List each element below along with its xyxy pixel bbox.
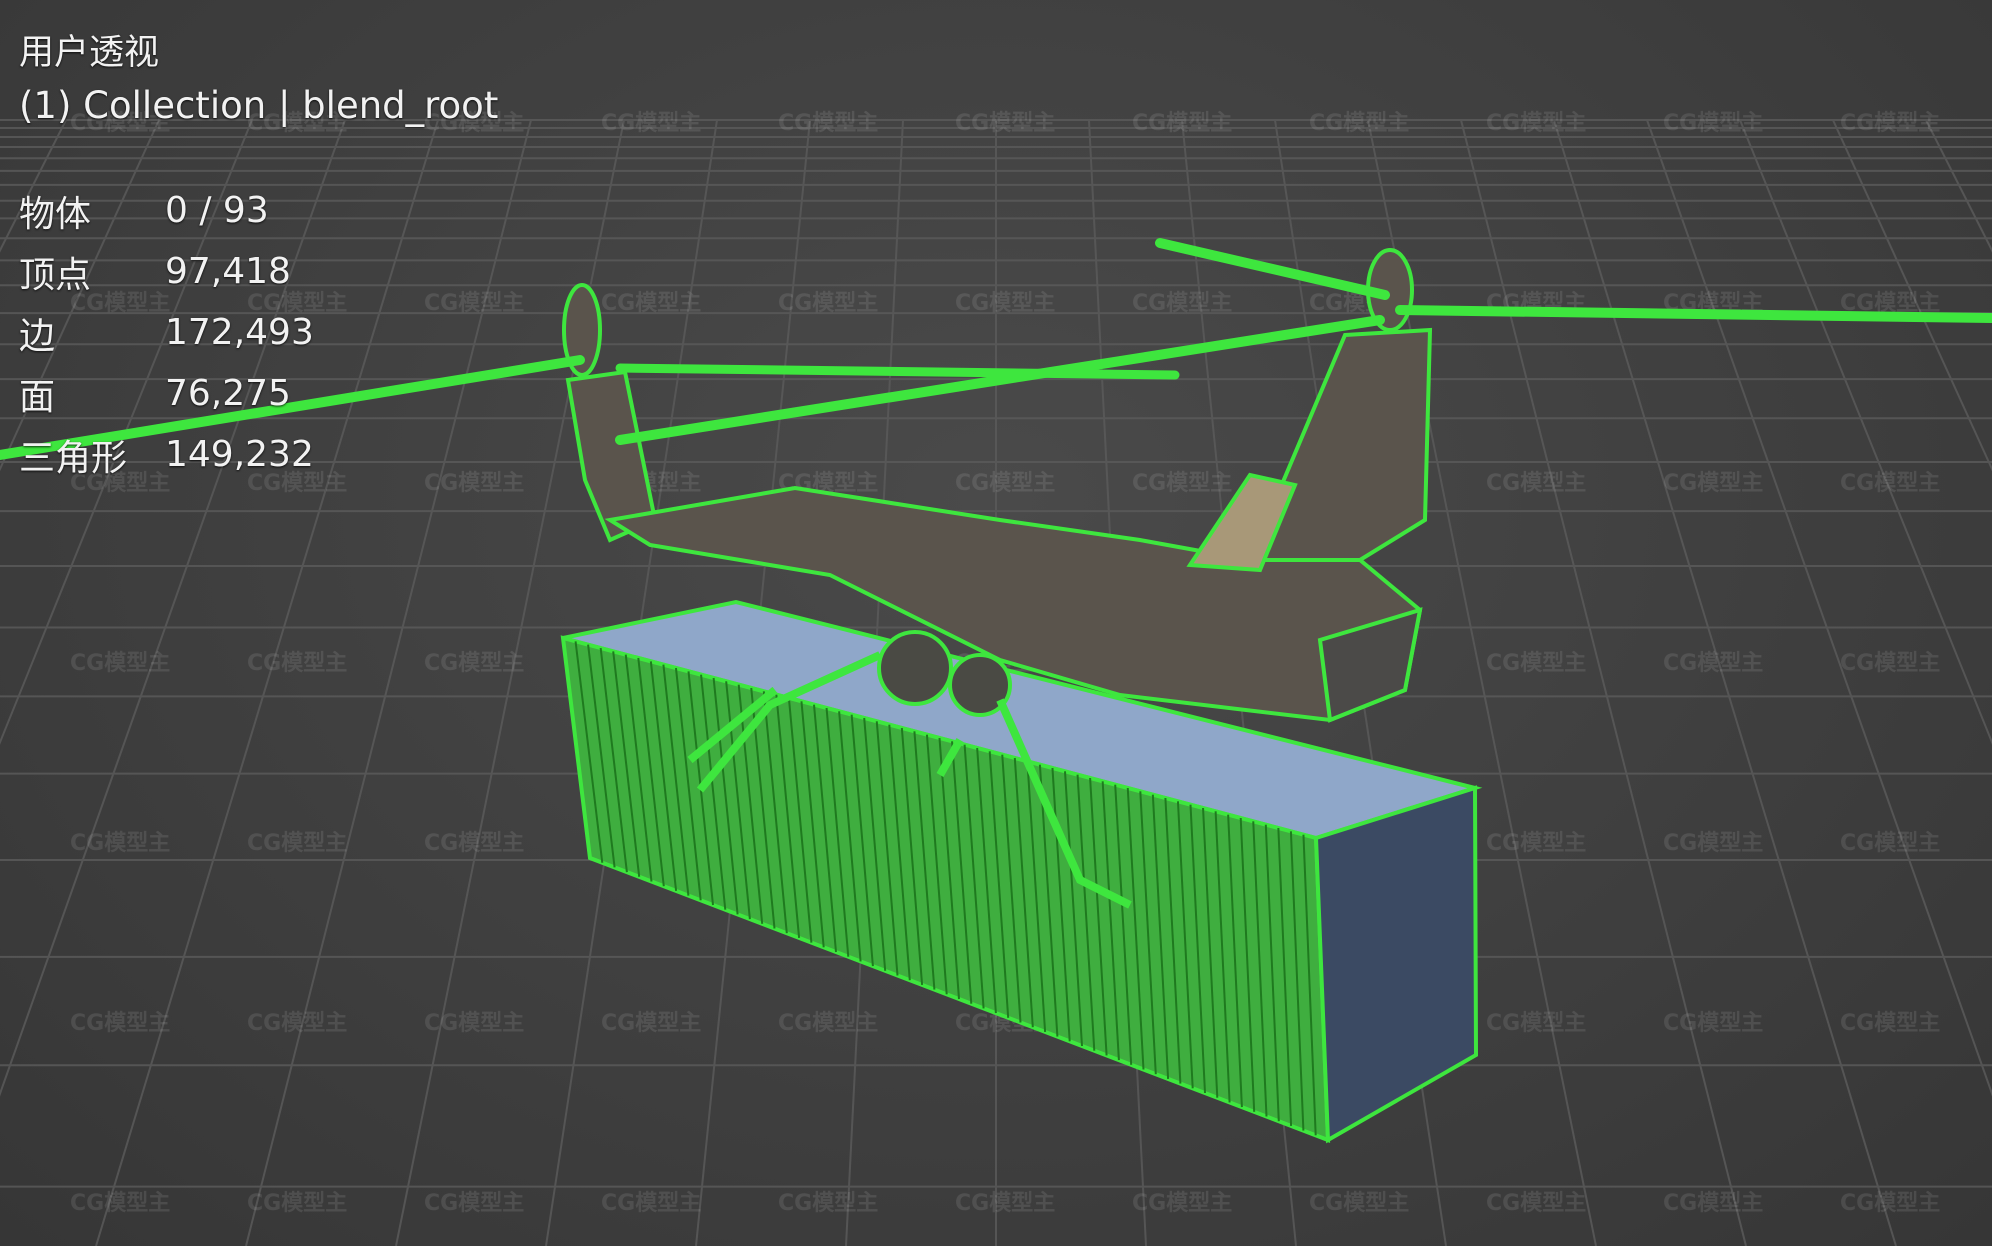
stat-row-vertices: 顶点 97,418	[19, 241, 314, 302]
watermark-text: CG模型主	[1486, 651, 1586, 676]
watermark-text: CG模型主	[1663, 831, 1763, 856]
watermark-text: CG模型主	[1840, 471, 1940, 496]
watermark-text: CG模型主	[1132, 1191, 1232, 1216]
watermark-text: CG模型主	[601, 111, 701, 136]
watermark-text: CG模型主	[247, 831, 347, 856]
stat-value: 97,418	[165, 251, 291, 292]
watermark-text: CG模型主	[1309, 111, 1409, 136]
watermark-text: CG模型主	[778, 291, 878, 316]
stat-row-faces: 面 76,275	[19, 363, 314, 424]
stat-label: 顶点	[19, 254, 92, 296]
stat-label: 面	[19, 376, 56, 418]
stat-value: 76,275	[165, 373, 291, 414]
watermark-text: CG模型主	[955, 471, 1055, 496]
stat-value: 0 / 93	[165, 190, 269, 231]
watermark-text: CG模型主	[1486, 831, 1586, 856]
stat-row-edges: 边 172,493	[19, 302, 314, 363]
watermark-text: CG模型主	[1663, 651, 1763, 676]
rotor-blade-5	[1155, 238, 1390, 300]
collection-label: (1) Collection | blend_root	[19, 84, 499, 127]
watermark-text: CG模型主	[955, 111, 1055, 136]
watermark-text: CG模型主	[778, 1191, 878, 1216]
stat-label: 物体	[19, 193, 92, 235]
watermark-text: CG模型主	[601, 1011, 701, 1036]
watermark-text: CG模型主	[70, 831, 170, 856]
watermark-text: CG模型主	[1132, 471, 1232, 496]
watermark-text: CG模型主	[424, 831, 524, 856]
watermark-text: CG模型主	[1132, 111, 1232, 136]
watermark-text: CG模型主	[1486, 1191, 1586, 1216]
watermark-text: CG模型主	[1486, 111, 1586, 136]
watermark-text: CG模型主	[1840, 1191, 1940, 1216]
watermark-text: CG模型主	[778, 1011, 878, 1036]
container-end-face	[1313, 785, 1479, 1144]
watermark-text: CG模型主	[1486, 471, 1586, 496]
watermark-text: CG模型主	[1840, 1011, 1940, 1036]
watermark-text: CG模型主	[424, 1191, 524, 1216]
stat-label: 三角形	[19, 437, 128, 479]
watermark-text: CG模型主	[424, 471, 524, 496]
watermark-text: CG模型主	[1840, 111, 1940, 136]
engine-left	[877, 630, 953, 706]
watermark-text: CG模型主	[247, 651, 347, 676]
watermark-text: CG模型主	[247, 1191, 347, 1216]
watermark-text: CG模型主	[1309, 1191, 1409, 1216]
watermark-text: CG模型主	[1663, 471, 1763, 496]
watermark-text: CG模型主	[1663, 1191, 1763, 1216]
stat-row-objects: 物体 0 / 93	[19, 180, 314, 241]
view-name-label: 用户透视	[19, 33, 160, 73]
watermark-text: CG模型主	[247, 1011, 347, 1036]
watermark-text: CG模型主	[955, 1191, 1055, 1216]
watermark-text: CG模型主	[1840, 651, 1940, 676]
watermark-text: CG模型主	[70, 1011, 170, 1036]
watermark-text: CG模型主	[601, 1191, 701, 1216]
watermark-text: CG模型主	[1486, 1011, 1586, 1036]
watermark-text: CG模型主	[424, 291, 524, 316]
stat-label: 边	[19, 315, 56, 357]
watermark-text: CG模型主	[1663, 111, 1763, 136]
watermark-text: CG模型主	[955, 291, 1055, 316]
watermark-text: CG模型主	[1663, 1011, 1763, 1036]
watermark-text: CG模型主	[424, 651, 524, 676]
scene-statistics: 物体 0 / 93 顶点 97,418 边 172,493 面 76,275 三…	[19, 180, 314, 485]
watermark-text: CG模型主	[1840, 831, 1940, 856]
stat-value: 172,493	[165, 312, 314, 353]
watermark-text: CG模型主	[70, 1191, 170, 1216]
stat-value: 149,232	[165, 434, 314, 475]
watermark-text: CG模型主	[778, 111, 878, 136]
watermark-text: CG模型主	[424, 1011, 524, 1036]
watermark-text: CG模型主	[70, 651, 170, 676]
watermark-text: CG模型主	[1132, 291, 1232, 316]
stat-row-triangles: 三角形 149,232	[19, 424, 314, 485]
watermark-text: CG模型主	[601, 291, 701, 316]
3d-viewport[interactable]: CG模型主 CG模型主 CG模型主 CG模型主 CG模型主 CG模型主 CG模型主 CG模型主…	[0, 0, 1992, 1246]
